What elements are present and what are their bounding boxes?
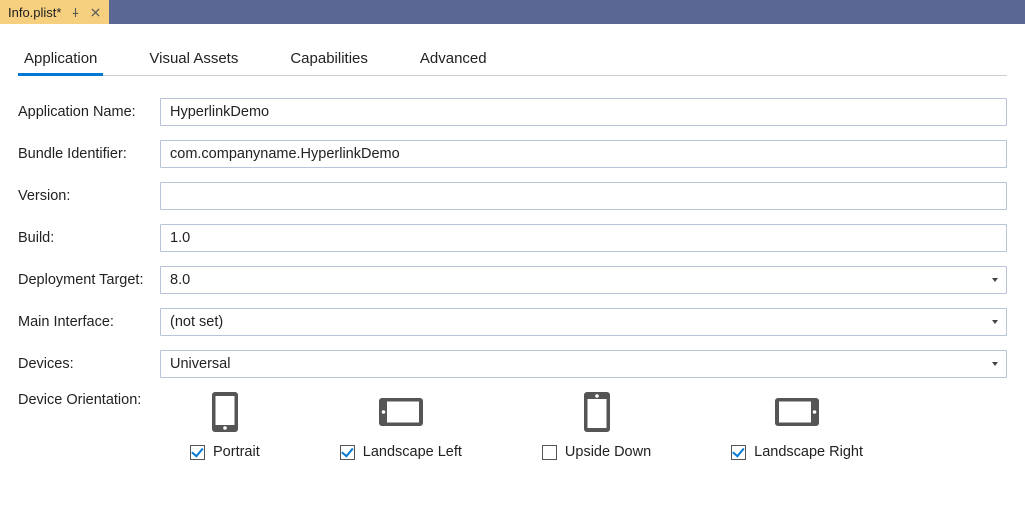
label-deploy-target: Deployment Target: [18,272,160,288]
input-bundle-id[interactable] [160,140,1007,168]
combo-deploy-target[interactable]: 8.0 [160,266,1007,294]
application-form: Application Name: Bundle Identifier: Ver… [18,98,1007,460]
tab-capabilities[interactable]: Capabilities [288,44,370,75]
label-bundle-id: Bundle Identifier: [18,146,160,162]
label-main-interface: Main Interface: [18,314,160,330]
label-build: Build: [18,230,160,246]
label-orientation: Device Orientation: [18,392,160,408]
orientation-landscape-right: Landscape Right [731,392,863,460]
checkbox-upside-down-label: Upside Down [565,444,651,460]
input-version[interactable] [160,182,1007,210]
chevron-down-icon [992,362,998,366]
file-tab-title: Info.plist* [8,5,61,20]
orientation-options: Portrait Landscape Left [190,392,863,460]
checkbox-upside-down[interactable] [542,445,557,460]
orientation-portrait: Portrait [190,392,260,460]
tab-visual-assets[interactable]: Visual Assets [147,44,240,75]
input-app-name[interactable] [160,98,1007,126]
chevron-down-icon [992,320,998,324]
tab-advanced[interactable]: Advanced [418,44,489,75]
close-icon[interactable] [89,6,101,18]
orientation-landscape-left: Landscape Left [340,392,462,460]
label-app-name: Application Name: [18,104,160,120]
device-portrait-icon [201,392,249,432]
device-upside-down-icon [573,392,621,432]
title-bar: Info.plist* [0,0,1025,24]
device-landscape-left-icon [377,392,425,432]
combo-main-interface[interactable]: (not set) [160,308,1007,336]
device-landscape-right-icon [773,392,821,432]
combo-deploy-value: 8.0 [170,272,190,288]
section-tabs: Application Visual Assets Capabilities A… [18,44,1007,76]
editor-content: Application Visual Assets Capabilities A… [0,24,1025,460]
combo-devices[interactable]: Universal [160,350,1007,378]
pin-icon[interactable] [69,6,81,18]
combo-devices-value: Universal [170,356,230,372]
orientation-upside-down: Upside Down [542,392,651,460]
combo-main-if-value: (not set) [170,314,223,330]
chevron-down-icon [992,278,998,282]
label-devices: Devices: [18,356,160,372]
checkbox-landscape-right-label: Landscape Right [754,444,863,460]
input-build[interactable] [160,224,1007,252]
checkbox-portrait[interactable] [190,445,205,460]
checkbox-landscape-left[interactable] [340,445,355,460]
checkbox-landscape-right[interactable] [731,445,746,460]
tab-application[interactable]: Application [22,44,99,75]
label-version: Version: [18,188,160,204]
checkbox-portrait-label: Portrait [213,444,260,460]
file-tab[interactable]: Info.plist* [0,0,109,24]
checkbox-landscape-left-label: Landscape Left [363,444,462,460]
